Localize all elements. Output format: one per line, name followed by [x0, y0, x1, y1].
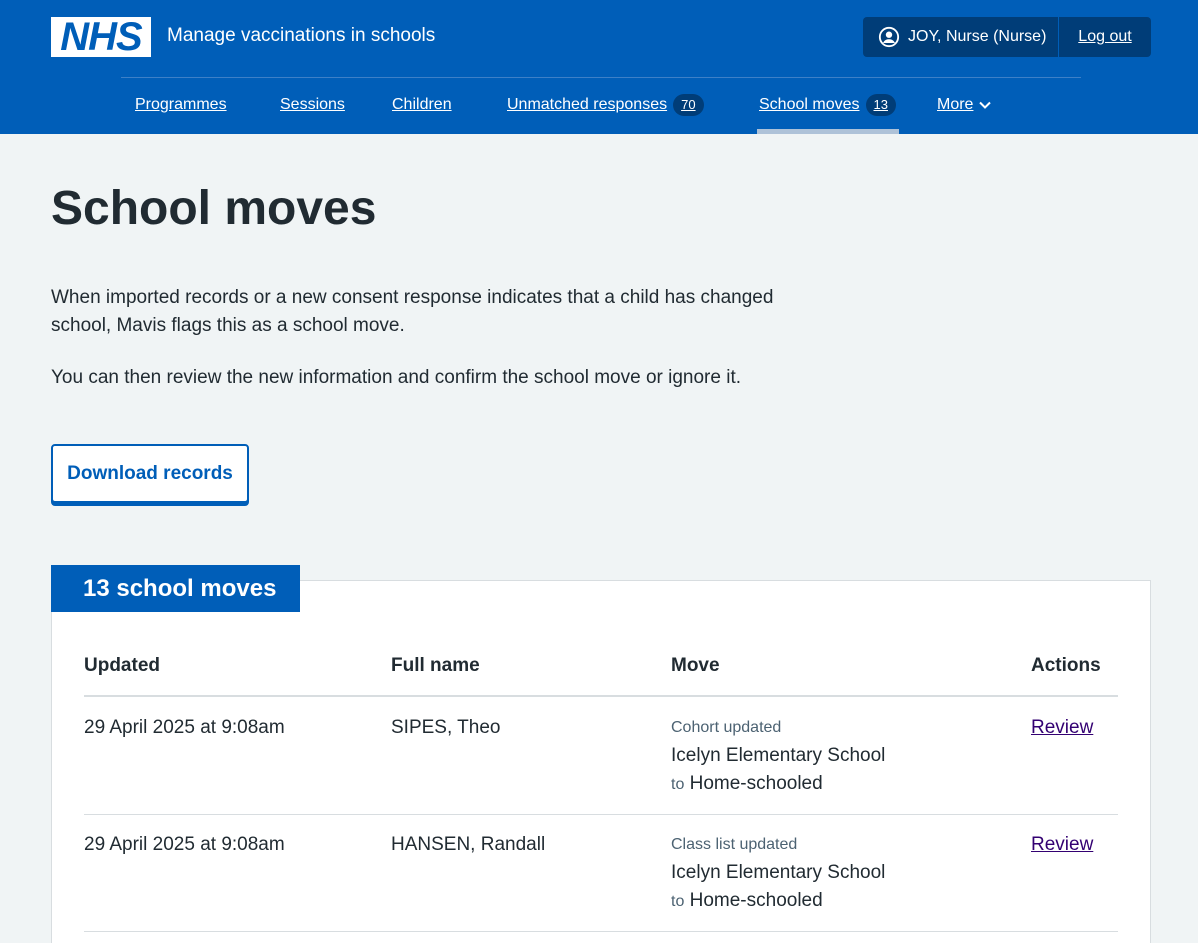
nav-item-label: Unmatched responses — [507, 96, 668, 113]
table-header-divider — [84, 695, 1118, 697]
school-moves-card — [51, 580, 1151, 943]
column-header-full-name[interactable]: Full name — [391, 655, 480, 677]
move-to-line: to Home-schooled — [671, 772, 823, 797]
column-header-actions: Actions — [1031, 655, 1101, 676]
column-header-move[interactable]: Move — [671, 655, 720, 677]
count-badge: 13 — [865, 94, 896, 116]
cell-full-name: HANSEN, Randall — [391, 834, 546, 855]
move-to-line: to Home-schooled — [671, 889, 823, 914]
move-from-school: Icelyn Elementary School — [671, 862, 886, 883]
row-divider — [84, 931, 1118, 932]
account-bar: JOY, Nurse (Nurse) Log out — [863, 17, 1151, 57]
nav-item-unmatched-responses[interactable]: Unmatched responses 70 — [507, 94, 704, 116]
nav-divider — [121, 77, 1081, 78]
move-to-school: Home-schooled — [689, 773, 823, 794]
nav-active-indicator — [757, 129, 899, 134]
chevron-down-icon — [979, 101, 992, 109]
move-from-school: Icelyn Elementary School — [671, 745, 886, 766]
download-records-button[interactable]: Download records — [51, 444, 249, 503]
nav-item-label: Programmes — [135, 96, 227, 113]
review-link[interactable]: Review — [1031, 716, 1093, 740]
move-to-school: Home-schooled — [689, 890, 823, 911]
nav-item-sessions[interactable]: Sessions — [280, 94, 345, 116]
column-header-updated[interactable]: Updated — [84, 655, 160, 677]
count-badge: 70 — [673, 94, 704, 116]
nav-item-label: Sessions — [280, 96, 345, 113]
nav-item-more[interactable]: More — [937, 94, 992, 116]
card-heading: 13 school moves — [51, 565, 300, 612]
intro-paragraph-2: You can then review the new information … — [51, 367, 742, 388]
nav-item-school-moves[interactable]: School moves 13 — [759, 94, 896, 116]
move-type-label: Class list updated — [671, 836, 798, 853]
intro-paragraph: When imported records or a new consent r… — [51, 287, 774, 336]
user-circle-icon — [878, 26, 900, 48]
card-heading-text: 13 school moves — [83, 574, 277, 602]
cell-updated: 29 April 2025 at 9:08am — [84, 717, 285, 738]
nav-item-programmes[interactable]: Programmes — [135, 94, 227, 116]
move-type-label: Cohort updated — [671, 719, 782, 736]
nhs-logo-text: NHS — [60, 15, 142, 59]
page-title: School moves — [51, 182, 377, 235]
nav-item-children[interactable]: Children — [392, 94, 452, 116]
cell-updated: 29 April 2025 at 9:08am — [84, 834, 285, 855]
account-user: JOY, Nurse (Nurse) — [863, 17, 1059, 57]
account-user-name: JOY, Nurse (Nurse) — [908, 28, 1047, 45]
nav-item-label: Children — [392, 96, 452, 113]
review-link[interactable]: Review — [1031, 833, 1093, 857]
to-word: to — [671, 893, 685, 910]
nav-item-label: School moves — [759, 96, 860, 113]
to-word: to — [671, 776, 685, 793]
nhs-logo[interactable]: NHS — [51, 17, 151, 57]
cell-full-name: SIPES, Theo — [391, 717, 501, 738]
nav-item-label: More — [937, 96, 974, 113]
service-name[interactable]: Manage vaccinations in schools — [167, 24, 435, 48]
logout-button[interactable]: Log out — [1059, 17, 1151, 57]
row-divider — [84, 814, 1118, 815]
